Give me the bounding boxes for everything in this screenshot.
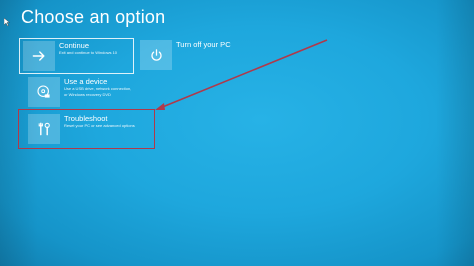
continue-description: Exit and continue to Windows 10	[59, 50, 118, 55]
continue-option[interactable]: Continue Exit and continue to Windows 10	[19, 38, 134, 74]
use-device-title: Use a device	[64, 77, 108, 86]
continue-title: Continue	[59, 41, 90, 50]
continue-icon-box	[23, 41, 55, 71]
use-device-option[interactable]: Use a device Use a USB drive, network co…	[28, 77, 131, 107]
mouse-cursor-icon	[4, 18, 10, 26]
page-title: Choose an option	[21, 7, 166, 27]
disc-icon	[37, 85, 50, 98]
turn-off-option[interactable]: Turn off your PC	[140, 40, 231, 70]
device-icon-box	[28, 77, 60, 107]
arrow-right-icon	[32, 51, 45, 61]
troubleshoot-highlight-box	[18, 109, 155, 149]
turn-off-title: Turn off your PC	[176, 40, 231, 49]
power-icon-box	[140, 40, 172, 70]
use-device-description-line-2: or Windows recovery DVD	[64, 91, 111, 97]
annotation-arrow-head	[155, 103, 165, 110]
power-icon	[150, 48, 162, 61]
